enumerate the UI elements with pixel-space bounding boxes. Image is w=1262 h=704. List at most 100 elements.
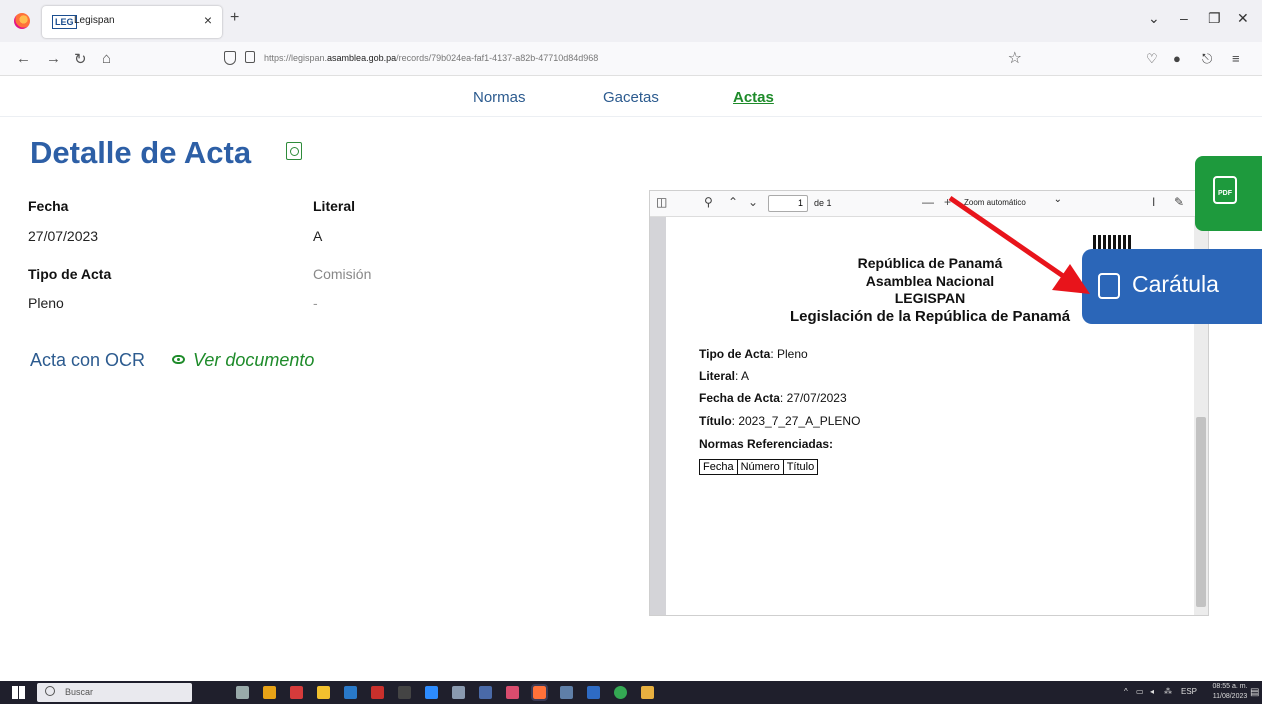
literal-value: A <box>313 228 323 244</box>
pdf-file-icon <box>1213 176 1237 204</box>
extensions-puzzle-icon[interactable]: ⎋ <box>1202 51 1212 67</box>
back-button[interactable]: ← <box>16 50 31 67</box>
site-nav: Normas Gacetas Actas <box>0 77 1262 117</box>
eye-icon[interactable] <box>172 355 185 364</box>
table-header: Número <box>738 460 784 474</box>
bookmark-star-icon[interactable]: ☆ <box>1008 48 1022 68</box>
fecha-value: 27/07/2023 <box>28 228 99 244</box>
doc-tipo-line: Tipo de Acta: Pleno <box>699 347 808 361</box>
acrobat-icon[interactable] <box>290 686 303 699</box>
filezilla-icon[interactable] <box>371 686 384 699</box>
search-icon <box>45 686 55 696</box>
url-text[interactable]: https://legispan.asamblea.gob.pa/records… <box>264 53 598 63</box>
draw-pen-icon[interactable]: ✎ <box>1174 195 1184 209</box>
app-icon[interactable] <box>479 686 492 699</box>
acta-ocr-label: Acta con OCR <box>30 350 146 370</box>
doc-fecha-line: Fecha de Acta: 27/07/2023 <box>699 391 847 405</box>
browser-tab[interactable]: LEG Legispan × <box>42 6 222 38</box>
app-icon[interactable] <box>641 686 654 699</box>
tab-list-chevron-icon[interactable]: ⌄ <box>1148 10 1160 27</box>
nav-actas[interactable]: Actas <box>733 89 774 106</box>
app-icon[interactable] <box>506 686 519 699</box>
literal-label: Literal <box>313 198 356 214</box>
page-number-input[interactable]: 1 <box>768 195 808 212</box>
shield-icon[interactable] <box>224 51 236 65</box>
comision-value: - <box>313 295 318 311</box>
outlook-icon[interactable] <box>344 686 357 699</box>
menu-icon[interactable]: ≡ <box>1232 51 1240 66</box>
nav-gacetas[interactable]: Gacetas <box>603 89 659 106</box>
pdf-left-gutter <box>650 217 666 615</box>
windows-start-icon[interactable] <box>12 686 25 699</box>
doc-normas-table: Fecha Número Título <box>699 459 819 475</box>
find-icon[interactable]: ⚲ <box>704 195 713 209</box>
doc-titulo-line: Título: 2023_7_27_A_PLENO <box>699 414 861 428</box>
restore-button[interactable]: ❐ <box>1208 10 1221 27</box>
table-header: Título <box>786 461 815 473</box>
taskbar-search[interactable]: Buscar <box>37 683 192 702</box>
next-page-icon[interactable]: ⌄ <box>748 195 758 209</box>
tab-title: Legispan <box>74 15 115 26</box>
zoom-out-icon[interactable]: — <box>922 195 934 209</box>
pdf-scroll-thumb[interactable] <box>1196 417 1206 607</box>
pdf-download-button[interactable] <box>1195 156 1262 231</box>
nav-normas[interactable]: Normas <box>473 89 526 106</box>
table-header: Fecha <box>700 460 738 474</box>
app-icon[interactable] <box>452 686 465 699</box>
forward-button[interactable]: → <box>46 50 61 67</box>
tray-app-icon[interactable]: ⁂ <box>1164 687 1172 696</box>
app-icon[interactable] <box>560 686 573 699</box>
taskbar: Buscar ^ ▭ ◂ ⁂ ESP 08:55 a. m. 11/08/202… <box>0 681 1262 704</box>
fecha-label: Fecha <box>28 198 69 214</box>
doc-normas-label: Normas Referenciadas: <box>699 437 834 451</box>
clock-time: 08:55 a. m. <box>1212 683 1248 690</box>
firefox-icon[interactable] <box>14 13 30 29</box>
tipo-acta-value: Pleno <box>28 295 64 311</box>
minimize-button[interactable]: – <box>1180 10 1188 26</box>
sidebar-toggle-icon[interactable]: ◫ <box>656 195 667 209</box>
pocket-icon[interactable]: ♡ <box>1146 51 1158 67</box>
caratula-label: Carátula <box>1132 271 1219 297</box>
ver-documento-link[interactable]: Ver documento <box>193 350 314 371</box>
language-indicator[interactable]: ESP <box>1181 687 1197 696</box>
app-icon[interactable] <box>398 686 411 699</box>
network-icon[interactable]: ▭ <box>1136 687 1144 696</box>
export-document-icon[interactable] <box>286 142 302 160</box>
previous-page-icon[interactable]: ⌃ <box>728 195 738 209</box>
notifications-icon[interactable]: ▤ <box>1250 687 1259 698</box>
lock-icon[interactable] <box>245 51 255 63</box>
page-title: Detalle de Acta <box>30 135 252 170</box>
zoom-icon[interactable] <box>425 686 438 699</box>
close-tab-icon[interactable]: × <box>204 12 212 28</box>
caratula-button[interactable]: Carátula <box>1082 249 1262 324</box>
tipo-acta-label: Tipo de Acta <box>28 266 112 282</box>
home-button[interactable]: ⌂ <box>102 50 111 67</box>
tray-chevron-icon[interactable]: ^ <box>1124 687 1128 696</box>
pdf-toolbar: ◫ ⚲ ⌃ ⌄ 1 de 1 — + Zoom automático I ✎ <box>650 191 1208 217</box>
new-tab-button[interactable]: + <box>230 9 239 27</box>
page-count: de 1 <box>814 198 832 208</box>
close-window-button[interactable]: ✕ <box>1237 10 1249 27</box>
reload-button[interactable]: ↻ <box>74 50 87 68</box>
legispan-favicon-icon: LEG <box>52 15 77 29</box>
volume-icon[interactable]: ◂ <box>1150 687 1154 696</box>
chrome-icon[interactable] <box>614 686 627 699</box>
task-view-icon[interactable] <box>236 686 249 699</box>
browser-navbar: ← → ↻ ⌂ https://legispan.asamblea.gob.pa… <box>0 42 1262 76</box>
document-icon <box>1098 273 1120 299</box>
zoom-select[interactable]: Zoom automático <box>958 194 1068 212</box>
firefox-taskbar-icon[interactable] <box>531 684 548 701</box>
extension-icon[interactable]: ● <box>1173 51 1181 66</box>
app-icon[interactable] <box>587 686 600 699</box>
comision-label: Comisión <box>313 266 372 282</box>
clock-date: 11/08/2023 <box>1212 693 1248 700</box>
app-icon[interactable] <box>263 686 276 699</box>
zoom-in-icon[interactable]: + <box>944 195 951 209</box>
text-select-icon[interactable]: I <box>1152 195 1155 209</box>
browser-tabbar: LEG Legispan × + ⌄ – ❐ ✕ <box>0 0 1262 42</box>
taskbar-search-placeholder: Buscar <box>65 687 94 697</box>
doc-literal-line: Literal: A <box>699 369 750 383</box>
file-explorer-icon[interactable] <box>317 686 330 699</box>
url-bar[interactable]: https://legispan.asamblea.gob.pa/records… <box>210 46 1030 72</box>
clock[interactable]: 08:55 a. m. 11/08/2023 <box>1210 682 1250 702</box>
